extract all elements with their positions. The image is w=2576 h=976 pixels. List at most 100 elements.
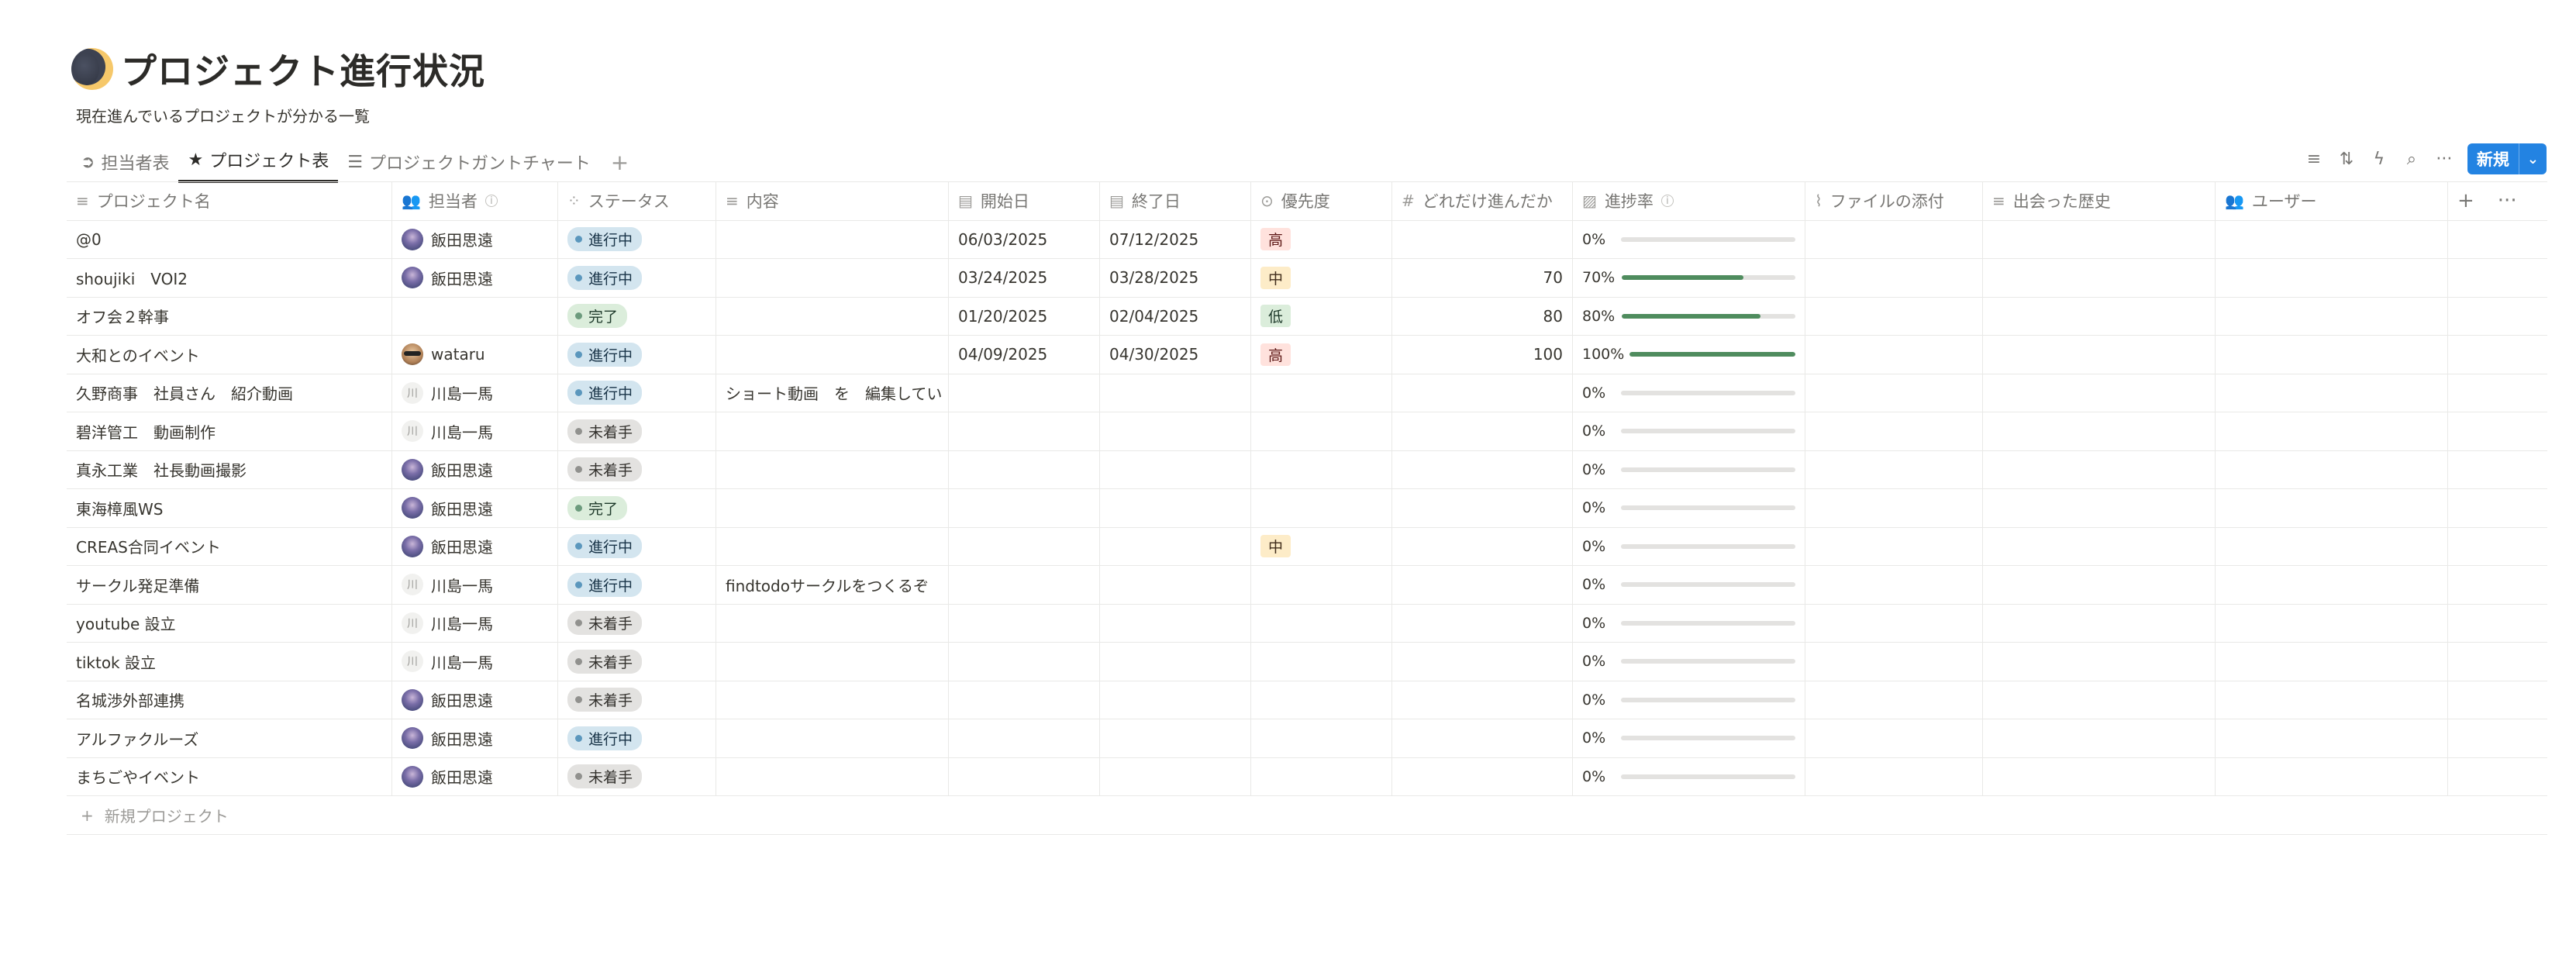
column-header-end-date[interactable]: ▤ 終了日	[1100, 182, 1251, 220]
cell-users[interactable]	[2216, 757, 2448, 795]
page-title[interactable]: プロジェクト進行状況	[121, 43, 485, 95]
cell-owner[interactable]: 飯田思遠	[392, 220, 558, 258]
cell-content[interactable]	[716, 757, 949, 795]
moon-icon[interactable]	[71, 48, 113, 90]
cell-progress[interactable]: 0%	[1573, 757, 1805, 795]
cell-end-date[interactable]	[1100, 412, 1251, 450]
person-chip[interactable]: 飯田思遠	[402, 228, 493, 250]
cell-users[interactable]	[2216, 681, 2448, 719]
cell-content[interactable]	[716, 412, 949, 450]
table-row[interactable]: アルファクルーズ 飯田思遠 進行中 0%	[67, 719, 2547, 758]
cell-content[interactable]	[716, 719, 949, 757]
cell-amount[interactable]	[1392, 604, 1573, 642]
person-chip[interactable]: wataru	[402, 343, 485, 366]
cell-priority[interactable]	[1251, 374, 1392, 412]
cell-status[interactable]: 未着手	[558, 604, 716, 642]
status-badge[interactable]: 未着手	[567, 649, 643, 674]
cell-priority[interactable]	[1251, 681, 1392, 719]
cell-history[interactable]	[1983, 336, 2216, 374]
cell-status[interactable]: 進行中	[558, 374, 716, 412]
table-row[interactable]: 久野商事 社員さん 紹介動画 川川島一馬 進行中 ショート動画 を 編集してい 0%	[67, 374, 2547, 412]
cell-attachments[interactable]	[1805, 489, 1983, 527]
table-row[interactable]: 真永工業 社長動画撮影 飯田思遠 未着手 0%	[67, 450, 2547, 489]
add-project-row[interactable]: + 新規プロジェクト	[67, 796, 2547, 835]
cell-users[interactable]	[2216, 220, 2448, 258]
person-chip[interactable]: 飯田思遠	[402, 688, 493, 711]
cell-end-date[interactable]	[1100, 527, 1251, 565]
cell-content[interactable]	[716, 220, 949, 258]
cell-project-name[interactable]: shoujiki VOI2	[67, 259, 392, 297]
cell-status[interactable]: 完了	[558, 297, 716, 335]
cell-users[interactable]	[2216, 489, 2448, 527]
person-chip[interactable]: 飯田思遠	[402, 497, 493, 519]
person-chip[interactable]: 飯田思遠	[402, 765, 493, 788]
person-chip[interactable]: 飯田思遠	[402, 267, 493, 289]
cell-history[interactable]	[1983, 527, 2216, 565]
cell-attachments[interactable]	[1805, 220, 1983, 258]
cell-start-date[interactable]	[949, 450, 1100, 488]
priority-badge[interactable]: 低	[1260, 305, 1291, 328]
cell-amount[interactable]	[1392, 489, 1573, 527]
cell-priority[interactable]	[1251, 489, 1392, 527]
person-chip[interactable]: 飯田思遠	[402, 458, 493, 481]
cell-owner[interactable]: 飯田思遠	[392, 489, 558, 527]
table-row[interactable]: サークル発足準備 川川島一馬 進行中 findtodoサークルをつくるぞ 0%	[67, 566, 2547, 605]
cell-start-date[interactable]: 03/24/2025	[949, 259, 1100, 297]
cell-users[interactable]	[2216, 336, 2448, 374]
cell-start-date[interactable]: 06/03/2025	[949, 220, 1100, 258]
cell-project-name[interactable]: tiktok 設立	[67, 643, 392, 681]
cell-attachments[interactable]	[1805, 412, 1983, 450]
column-header-history[interactable]: ≡ 出会った歴史	[1983, 182, 2216, 220]
cell-project-name[interactable]: @0	[67, 220, 392, 258]
table-row[interactable]: shoujiki VOI2 飯田思遠 進行中 03/24/2025 03/28/2025…	[67, 259, 2547, 298]
cell-status[interactable]: 未着手	[558, 757, 716, 795]
cell-amount[interactable]	[1392, 220, 1573, 258]
table-row[interactable]: オフ会２幹事 完了 01/20/2025 02/04/2025 低 80 80%	[67, 297, 2547, 336]
cell-attachments[interactable]	[1805, 643, 1983, 681]
cell-amount[interactable]	[1392, 757, 1573, 795]
cell-amount[interactable]: 70	[1392, 259, 1573, 297]
column-header-project-name[interactable]: ≡ プロジェクト名	[67, 182, 392, 220]
cell-priority[interactable]	[1251, 604, 1392, 642]
cell-progress[interactable]: 0%	[1573, 220, 1805, 258]
status-badge[interactable]: 未着手	[567, 419, 643, 443]
cell-end-date[interactable]: 03/28/2025	[1100, 259, 1251, 297]
table-row[interactable]: 碧洋管工 動画制作 川川島一馬 未着手 0%	[67, 412, 2547, 451]
cell-status[interactable]: 未着手	[558, 412, 716, 450]
cell-content[interactable]	[716, 604, 949, 642]
status-badge[interactable]: 完了	[567, 304, 628, 329]
cell-history[interactable]	[1983, 412, 2216, 450]
cell-project-name[interactable]: 久野商事 社員さん 紹介動画	[67, 374, 392, 412]
cell-priority[interactable]: 低	[1251, 297, 1392, 335]
cell-progress[interactable]: 0%	[1573, 374, 1805, 412]
cell-users[interactable]	[2216, 450, 2448, 488]
cell-content[interactable]	[716, 336, 949, 374]
cell-end-date[interactable]	[1100, 643, 1251, 681]
cell-start-date[interactable]	[949, 489, 1100, 527]
cell-end-date[interactable]	[1100, 719, 1251, 757]
status-badge[interactable]: 未着手	[567, 611, 643, 636]
cell-owner[interactable]: 飯田思遠	[392, 757, 558, 795]
status-badge[interactable]: 進行中	[567, 572, 643, 597]
cell-history[interactable]	[1983, 220, 2216, 258]
cell-start-date[interactable]	[949, 527, 1100, 565]
cell-attachments[interactable]	[1805, 336, 1983, 374]
cell-attachments[interactable]	[1805, 719, 1983, 757]
cell-priority[interactable]: 中	[1251, 527, 1392, 565]
cell-project-name[interactable]: 真永工業 社長動画撮影	[67, 450, 392, 488]
cell-attachments[interactable]	[1805, 450, 1983, 488]
cell-users[interactable]	[2216, 719, 2448, 757]
page-description[interactable]: 現在進んでいるプロジェクトが分かる一覧	[76, 104, 485, 126]
cell-owner[interactable]: 飯田思遠	[392, 527, 558, 565]
cell-content[interactable]	[716, 527, 949, 565]
column-header-amount[interactable]: # どれだけ進んだか	[1392, 182, 1573, 220]
status-badge[interactable]: 進行中	[567, 381, 643, 405]
more-icon[interactable]: ···	[2498, 189, 2517, 212]
cell-status[interactable]: 未着手	[558, 643, 716, 681]
cell-start-date[interactable]	[949, 566, 1100, 604]
cell-attachments[interactable]	[1805, 527, 1983, 565]
cell-amount[interactable]: 80	[1392, 297, 1573, 335]
cell-history[interactable]	[1983, 719, 2216, 757]
priority-badge[interactable]: 高	[1260, 228, 1291, 251]
cell-history[interactable]	[1983, 757, 2216, 795]
